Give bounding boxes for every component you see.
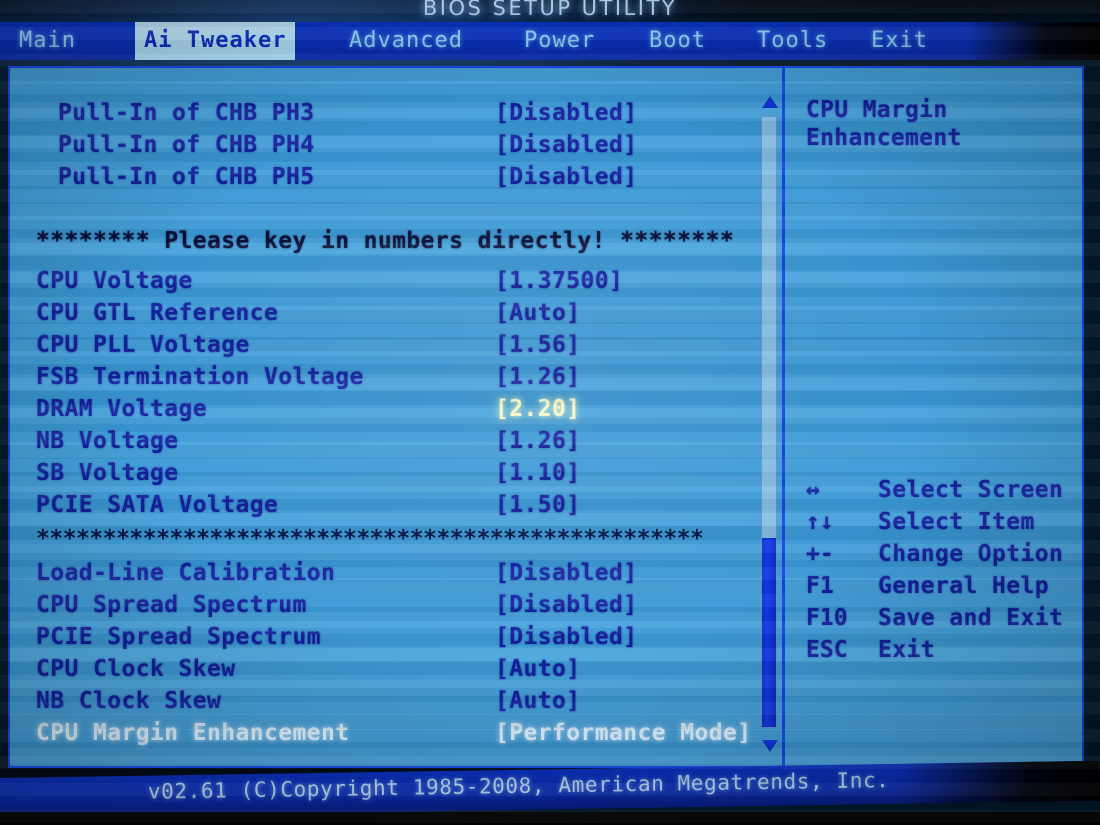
bios-screen: BIOS SETUP UTILITY Main Ai Tweaker Advance… xyxy=(0,0,1100,825)
legend-description: Exit xyxy=(878,637,935,663)
legend-key-icon: ↔ xyxy=(806,477,820,503)
setting-label: DRAM Voltage xyxy=(36,396,207,422)
legend-row: ESC Exit xyxy=(800,634,1080,666)
setting-row-cpu-voltage[interactable]: CPU Voltage [1.37500] xyxy=(10,266,750,297)
setting-value[interactable]: [Auto] xyxy=(495,654,580,685)
setting-row-pull-in-of-chb-ph3[interactable]: Pull-In of CHB PH3 [Disabled] xyxy=(10,98,750,129)
legend-row: F1 General Help xyxy=(800,570,1080,602)
setting-row-nb-voltage[interactable]: NB Voltage [1.26] xyxy=(10,426,750,457)
settings-scrollbar[interactable] xyxy=(758,94,780,754)
legend-key-icon: F10 xyxy=(806,605,848,631)
menu-tab-power[interactable]: Power xyxy=(515,22,604,60)
setting-label: CPU Spread Spectrum xyxy=(36,592,307,618)
setting-value[interactable]: [1.26] xyxy=(495,362,580,393)
settings-list: Pull-In of CHB PH3 [Disabled] Pull-In of C… xyxy=(10,68,778,766)
legend-description: Save and Exit xyxy=(878,605,1064,631)
setting-label: CPU PLL Voltage xyxy=(36,332,250,358)
scrollbar-thumb[interactable] xyxy=(762,537,776,727)
setting-label: Pull-In of CHB PH3 xyxy=(58,100,315,126)
legend-key-icon: ↑↓ xyxy=(806,509,834,535)
setting-value[interactable]: [1.26] xyxy=(495,426,580,457)
setting-row-cpu-pll-voltage[interactable]: CPU PLL Voltage [1.56] xyxy=(10,330,750,361)
page-title: BIOS SETUP UTILITY xyxy=(422,0,678,20)
setting-label: Load-Line Calibration xyxy=(36,560,336,586)
setting-value[interactable]: [Auto] xyxy=(495,298,580,329)
setting-label: FSB Termination Voltage xyxy=(36,364,364,390)
setting-row-pull-in-of-chb-ph4[interactable]: Pull-In of CHB PH4 [Disabled] xyxy=(10,130,750,161)
setting-label: NB Clock Skew xyxy=(36,688,222,714)
section-separator: ****************************************… xyxy=(36,526,704,552)
pane-divider xyxy=(782,68,785,766)
setting-row-cpu-spread-spectrum[interactable]: CPU Spread Spectrum [Disabled] xyxy=(10,590,750,621)
setting-label: CPU Clock Skew xyxy=(36,656,236,682)
setting-row-fsb-termination-voltage[interactable]: FSB Termination Voltage [1.26] xyxy=(10,362,750,393)
legend-description: Select Screen xyxy=(878,477,1064,503)
setting-row-pcie-spread-spectrum[interactable]: PCIE Spread Spectrum [Disabled] xyxy=(10,622,750,653)
key-legend: ↔ Select Screen ↑↓ Select Item +- Change Opti… xyxy=(800,474,1080,666)
menu-tab-advanced[interactable]: Advanced xyxy=(340,22,472,60)
scroll-down-arrow-icon[interactable] xyxy=(762,740,778,752)
setting-value[interactable]: [Disabled] xyxy=(495,162,637,193)
setting-row-dram-voltage[interactable]: DRAM Voltage [2.20] xyxy=(10,394,750,425)
bottom-bezel xyxy=(0,812,1100,825)
menu-tab-tools[interactable]: Tools xyxy=(748,22,837,60)
instruction-note: ******** Please key in numbers directly!… xyxy=(36,228,735,254)
setting-row-sb-voltage[interactable]: SB Voltage [1.10] xyxy=(10,458,750,489)
setup-frame: Pull-In of CHB PH3 [Disabled] Pull-In of C… xyxy=(8,66,1084,768)
legend-row: ↔ Select Screen xyxy=(800,474,1080,506)
setting-label: CPU GTL Reference xyxy=(36,300,279,326)
setting-value[interactable]: [1.50] xyxy=(495,490,580,521)
scrollbar-track[interactable] xyxy=(761,116,777,728)
setting-row-cpu-margin-enhancement[interactable]: CPU Margin Enhancement [Performance Mode] xyxy=(10,718,751,749)
setting-row-pcie-sata-voltage[interactable]: PCIE SATA Voltage [1.50] xyxy=(10,490,750,521)
setting-row-load-line-calibration[interactable]: Load-Line Calibration [Disabled] xyxy=(10,558,750,589)
setting-value[interactable]: [1.37500] xyxy=(495,266,623,297)
legend-description: Change Option xyxy=(878,541,1064,567)
setting-row-cpu-gtl-reference[interactable]: CPU GTL Reference [Auto] xyxy=(10,298,750,329)
legend-description: General Help xyxy=(878,573,1049,599)
setting-value[interactable]: [1.56] xyxy=(495,330,580,361)
scroll-up-arrow-icon[interactable] xyxy=(762,96,778,108)
setting-label: SB Voltage xyxy=(36,460,179,486)
legend-row: +- Change Option xyxy=(800,538,1080,570)
setting-label: Pull-In of CHB PH4 xyxy=(58,132,315,158)
help-panel: CPU Margin Enhancement ↔ Select Screen ↑↓ S… xyxy=(790,68,1082,766)
legend-key-icon: F1 xyxy=(806,573,834,599)
legend-row: F10 Save and Exit xyxy=(800,602,1080,634)
setting-label: PCIE Spread Spectrum xyxy=(36,624,321,650)
legend-key-icon: +- xyxy=(806,541,834,567)
setting-value[interactable]: [Performance Mode] xyxy=(495,718,751,749)
menu-tab-exit[interactable]: Exit xyxy=(862,22,937,60)
legend-key-icon: ESC xyxy=(806,637,848,663)
setting-row-cpu-clock-skew[interactable]: CPU Clock Skew [Auto] xyxy=(10,654,750,685)
window-title-bar: BIOS SETUP UTILITY xyxy=(0,0,1100,22)
legend-description: Select Item xyxy=(878,509,1035,535)
menu-bar: Main Ai Tweaker Advanced Power Boot Tools Exit xyxy=(0,22,1100,60)
setting-row-pull-in-of-chb-ph5[interactable]: Pull-In of CHB PH5 [Disabled] xyxy=(10,162,750,193)
setting-row-nb-clock-skew[interactable]: NB Clock Skew [Auto] xyxy=(10,686,750,717)
setting-label: PCIE SATA Voltage xyxy=(36,492,279,518)
legend-row: ↑↓ Select Item xyxy=(800,506,1080,538)
setting-value[interactable]: [1.10] xyxy=(495,458,580,489)
setting-value[interactable]: [Auto] xyxy=(495,686,580,717)
setting-label: CPU Voltage xyxy=(36,268,193,294)
help-panel-title: CPU Margin Enhancement xyxy=(806,97,962,151)
menu-tab-ai-tweaker[interactable]: Ai Tweaker xyxy=(135,22,296,60)
menu-tab-boot[interactable]: Boot xyxy=(640,22,715,60)
setting-value[interactable]: [Disabled] xyxy=(495,622,637,653)
setting-value[interactable]: [Disabled] xyxy=(495,130,637,161)
menu-tab-main[interactable]: Main xyxy=(10,22,85,60)
setting-value[interactable]: [Disabled] xyxy=(495,558,637,589)
setting-value[interactable]: [Disabled] xyxy=(495,590,637,621)
setting-value[interactable]: [2.20] xyxy=(495,394,580,425)
setting-value[interactable]: [Disabled] xyxy=(495,98,637,129)
setting-label: NB Voltage xyxy=(36,428,179,454)
setting-label: Pull-In of CHB PH5 xyxy=(58,164,315,190)
setting-label: CPU Margin Enhancement xyxy=(36,720,350,746)
copyright-text: v02.61 (C)Copyright 1985-2008, American … xyxy=(147,768,890,804)
